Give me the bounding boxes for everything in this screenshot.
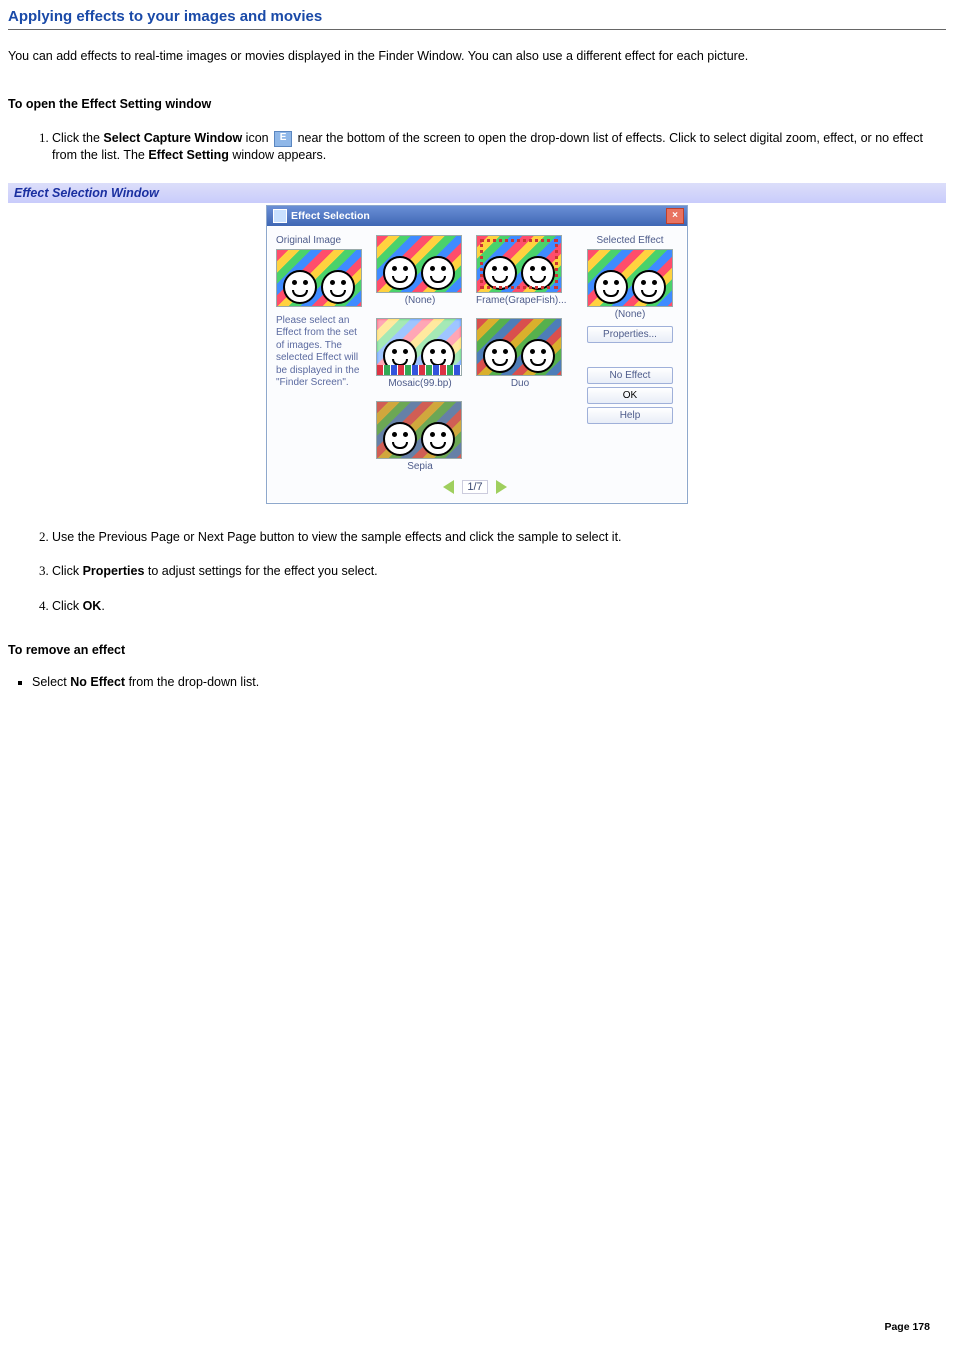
dialog-title-text: Effect Selection [291, 210, 370, 222]
no-effect-button[interactable]: No Effect [587, 367, 673, 384]
step1-text-a: Click the [52, 131, 103, 145]
section-open-header: To open the Effect Setting window [8, 97, 946, 111]
original-image-thumb [276, 249, 362, 307]
pager: 1/7 [376, 480, 574, 494]
step1-bold-select: Select Capture Window [103, 131, 242, 145]
effect-cap-frame: Frame(GrapeFish)... [476, 295, 564, 306]
effect-thumb-mosaic[interactable] [376, 318, 462, 376]
next-page-icon[interactable] [496, 480, 507, 494]
help-button[interactable]: Help [587, 407, 673, 424]
step4-a: Click [52, 599, 83, 613]
effect-selection-screenshot: Effect Selection × Original Image Please… [8, 205, 946, 504]
original-image-label: Original Image [276, 235, 368, 246]
bul-c: from the drop-down list. [125, 675, 259, 689]
close-icon[interactable]: × [666, 208, 684, 224]
step3-a: Click [52, 564, 83, 578]
effect-cap-sepia: Sepia [376, 461, 464, 472]
remove-bullet: Select No Effect from the drop-down list… [32, 675, 946, 689]
effect-thumb-none[interactable] [376, 235, 462, 293]
properties-button[interactable]: Properties... [587, 326, 673, 343]
step4-b: OK [83, 599, 102, 613]
step-4: Click OK. [52, 597, 946, 616]
effect-thumb-frame[interactable] [476, 235, 562, 293]
bul-a: Select [32, 675, 70, 689]
page-title: Applying effects to your images and movi… [8, 8, 946, 30]
step-2: Use the Previous Page or Next Page butto… [52, 528, 946, 547]
figure-caption: Effect Selection Window [8, 183, 946, 203]
step3-c: to adjust settings for the effect you se… [144, 564, 377, 578]
effect-cap-duo: Duo [476, 378, 564, 389]
intro-paragraph: You can add effects to real-time images … [8, 48, 946, 65]
select-capture-window-icon [274, 131, 292, 147]
step1-text-c: icon [242, 131, 272, 145]
section-remove-header: To remove an effect [8, 643, 946, 657]
effect-thumb-duo[interactable] [476, 318, 562, 376]
step3-b: Properties [83, 564, 145, 578]
step-3: Click Properties to adjust settings for … [52, 562, 946, 581]
ok-button[interactable]: OK [587, 387, 673, 404]
dialog-titlebar: Effect Selection × [267, 206, 687, 226]
prev-page-icon[interactable] [443, 480, 454, 494]
bul-b: No Effect [70, 675, 125, 689]
effect-thumb-sepia[interactable] [376, 401, 462, 459]
selected-effect-label: Selected Effect [582, 235, 678, 246]
step1-bold-effect: Effect Setting [148, 148, 229, 162]
app-icon [273, 209, 287, 223]
left-description: Please select an Effect from the set of … [276, 315, 368, 390]
page-number: Page 178 [884, 1321, 930, 1333]
effect-cap-none: (None) [376, 295, 464, 306]
step-1: Click the Select Capture Window icon nea… [52, 129, 946, 165]
page-counter: 1/7 [462, 480, 487, 494]
selected-effect-cap: (None) [582, 309, 678, 320]
effect-cap-mosaic: Mosaic(99.bp) [376, 378, 464, 389]
step1-text-f: window appears. [229, 148, 326, 162]
effect-selection-dialog: Effect Selection × Original Image Please… [266, 205, 688, 504]
selected-effect-thumb [587, 249, 673, 307]
step4-c: . [101, 599, 104, 613]
